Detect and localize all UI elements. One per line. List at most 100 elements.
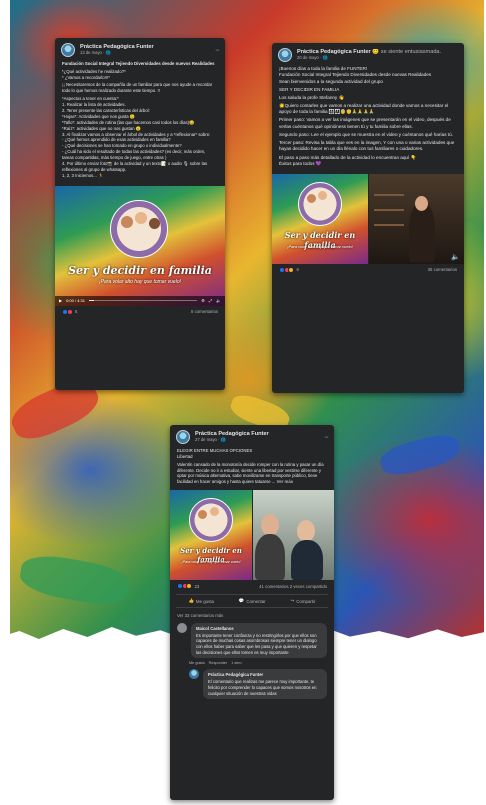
like-button[interactable]: 👍 Me gusta — [188, 598, 214, 604]
post-line: * ¿Vamos a recordarlo!!!* — [62, 74, 110, 80]
post-stats: 5 5 comentarios — [55, 306, 225, 318]
comment-text: Es importante tener confianza y no restr… — [196, 632, 317, 655]
view-more-comments-link[interactable]: Ver 33 comentarios más — [170, 610, 334, 621]
post-media-grid: Ser y decidir en familia ¡Para volar alt… — [272, 173, 464, 264]
reactions[interactable]: 6 — [279, 266, 299, 273]
volume-icon[interactable]: 🔈 — [451, 253, 460, 261]
comment-time[interactable]: 1 sem — [231, 661, 241, 665]
speaker-face — [415, 195, 428, 211]
video-progress-fill — [88, 299, 95, 302]
comment-reply-item: Práctica Pedagógica Funter El comentario… — [170, 667, 334, 701]
care-reaction-icon — [186, 583, 192, 590]
post-stats: 23 41 comentarios 2 veces compartido — [170, 580, 334, 592]
post-media-grid: Ser y decidir en familia ¡Para volar alt… — [170, 490, 334, 581]
comment-reply-link[interactable]: Responder — [209, 661, 228, 665]
actor-figure — [255, 534, 285, 581]
facebook-post-ser-y-decidir: Práctica Pedagógica Funter 😊 se siente e… — [272, 43, 464, 393]
post-line: Los saluda la profe Stefanny 👋 — [279, 94, 345, 100]
post-date[interactable]: 13 de mayo · 🌐 — [80, 50, 154, 56]
logo-figure — [121, 215, 133, 228]
facebook-post-elegir-opciones: Práctica Pedagógica Funter 27 de mayo · … — [170, 425, 334, 800]
page-avatar[interactable] — [176, 430, 190, 444]
post-image-film-scene[interactable] — [253, 490, 334, 581]
post-line: Libertad — [177, 453, 193, 459]
reaction-count: 5 — [75, 309, 78, 315]
video-progress-track[interactable] — [88, 299, 198, 302]
post-line: Tercer paso: Revisa la tabla que ves en … — [279, 140, 455, 152]
post-line: Fundación Social Integral Tejiendo Diver… — [279, 72, 432, 78]
comment-actions: Me gusta Responder 1 sem — [170, 660, 334, 667]
actor-figure — [291, 540, 323, 581]
play-icon[interactable]: ▶ — [59, 298, 62, 303]
post-video[interactable]: Ser y decidir en familia ¡Para volar alt… — [55, 185, 225, 306]
comment-bubble: Práctica Pedagógica Funter El comentario… — [203, 669, 327, 700]
post-line: - ¿Cuál ha sido el resultado de todas la… — [62, 149, 206, 161]
page-avatar[interactable] — [61, 43, 75, 57]
post-line: Sean bienvenidos a la segunda actividad … — [279, 78, 383, 84]
foundation-logo — [298, 181, 342, 226]
comment-item: Maicol Castellanos Es importante tener c… — [170, 621, 334, 660]
more-options-icon[interactable]: ··· — [215, 47, 220, 54]
post-date[interactable]: 27 de mayo · 🌐 — [195, 437, 269, 443]
comment-text: El comentario que realizas me parece muy… — [208, 679, 317, 696]
post-line: Fundación Social Integral Tejiendo Diver… — [62, 61, 215, 66]
post-line: ¡¡ Necesitaremos de la compañía de un fa… — [62, 82, 213, 94]
commenter-name[interactable]: Práctica Pedagógica Funter — [208, 672, 322, 678]
logo-figure — [135, 211, 147, 224]
bookshelf — [374, 223, 404, 226]
comments-count[interactable]: 35 comentarios — [428, 267, 457, 272]
foundation-logo — [110, 199, 168, 258]
comment-icon: 💬 — [238, 598, 245, 604]
commenter-name[interactable]: Maicol Castellanos — [196, 626, 322, 632]
comment-label: Comentar — [246, 598, 266, 604]
bookshelf — [374, 208, 404, 211]
settings-icon[interactable]: ⚙ — [201, 298, 205, 303]
comments-shares-count[interactable]: 41 comentarios 2 veces compartido — [259, 584, 327, 589]
comment-like-link[interactable]: Me gusta — [189, 661, 205, 665]
speaker-figure — [409, 201, 435, 262]
comment-bubble: Maicol Castellanos Es importante tener c… — [191, 623, 327, 659]
reaction-count: 23 — [194, 583, 200, 589]
post-line: Valentín cansado de la monotonía decide … — [177, 461, 324, 485]
video-subtitle: ¡Para volar alto hay que tomar vuelo! — [99, 278, 181, 285]
volume-icon[interactable]: 🔈 — [216, 298, 221, 303]
video-controls[interactable]: ▶ 0:00 / 4:31 ⚙ ⤢ 🔈 — [55, 295, 225, 306]
logo-figure — [149, 217, 160, 229]
fullscreen-icon[interactable]: ⤢ — [209, 298, 212, 303]
more-options-icon[interactable]: ··· — [324, 434, 329, 441]
share-label: Compartir — [296, 598, 316, 604]
post-date[interactable]: 20 de mayo · 🌐 — [297, 55, 441, 61]
share-icon: ↪ — [290, 598, 295, 604]
commenter-avatar[interactable] — [189, 669, 199, 680]
comments-count[interactable]: 5 comentarios — [191, 309, 218, 314]
bookshelf — [374, 193, 404, 196]
post-header: Práctica Pedagógica Funter 13 de mayo · … — [55, 38, 225, 60]
actor-face — [261, 514, 279, 537]
feeling-status: 😊 se siente entusiasmada. — [372, 49, 442, 56]
reaction-count: 6 — [296, 267, 299, 273]
image-subtitle: ¡Para volar alto hay que tomar vuelo! — [181, 560, 241, 565]
see-more-link[interactable]: Ver más — [277, 479, 294, 484]
post-image-speaker[interactable]: 🔈 — [369, 173, 464, 264]
post-text: ¡Buenos días a toda la familia de FUNTER… — [272, 65, 464, 170]
love-reaction-icon — [66, 308, 73, 315]
reactions[interactable]: 5 — [62, 308, 78, 315]
post-header: Práctica Pedagógica Funter 😊 se siente e… — [272, 43, 464, 65]
like-label: Me gusta — [195, 598, 214, 604]
commenter-avatar[interactable] — [177, 623, 187, 634]
post-image-logo[interactable]: Ser y decidir en familia ¡Para volar alt… — [170, 490, 252, 581]
foundation-logo — [189, 498, 233, 543]
post-line: 4. Por último enviar foto📸 de la activid… — [62, 161, 208, 173]
reactions[interactable]: 23 — [177, 583, 200, 590]
video-time: 0:00 / 4:31 — [66, 298, 85, 304]
page-avatar[interactable] — [278, 48, 292, 62]
post-line: 1, 2, 3 Iniciemos... 🏃 — [62, 172, 104, 178]
post-line: SER Y DECIDIR EN FAMILIA — [279, 86, 340, 92]
image-subtitle: ¡Para volar alto hay que tomar vuelo! — [287, 243, 353, 249]
post-line: Segundo paso: Lee el ejemplo que se mues… — [279, 131, 453, 137]
post-line: Éxitos para todos 💜 — [279, 160, 322, 166]
comment-button[interactable]: 💬 Comentar — [239, 598, 266, 604]
share-button[interactable]: ↪ Compartir — [291, 598, 316, 604]
post-image-logo[interactable]: Ser y decidir en familia ¡Para volar alt… — [272, 173, 368, 264]
video-title: Ser y decidir en familia — [68, 263, 212, 277]
